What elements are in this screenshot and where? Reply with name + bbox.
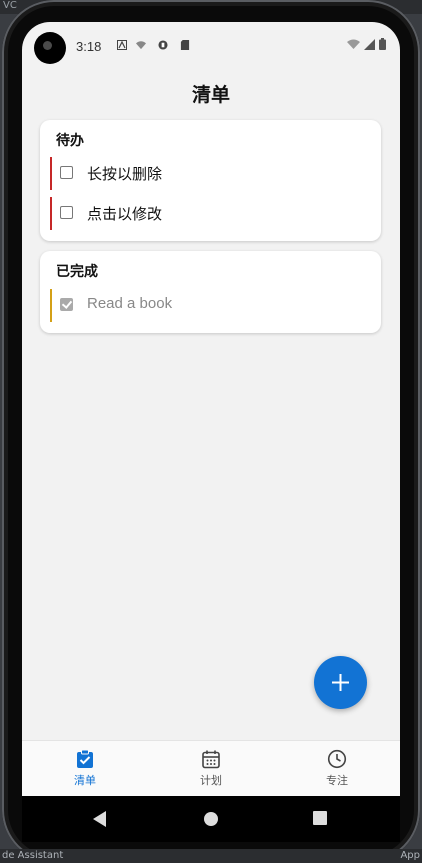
app-circle-icon [158, 40, 168, 50]
item-accent-bar [50, 157, 52, 190]
bottom-nav: 清单 计划 专注 [22, 740, 400, 796]
nav-label: 计划 [200, 774, 222, 787]
battery-icon [379, 38, 386, 50]
clock-icon [327, 749, 347, 769]
item-label: 点击以修改 [87, 205, 163, 223]
calendar-icon [202, 750, 220, 769]
todo-item[interactable]: 长按以删除 [50, 157, 370, 190]
todo-card: 待办 长按以删除 点击以修改 [40, 120, 381, 241]
signal-icon [364, 38, 375, 50]
item-accent-bar [50, 197, 52, 230]
todo-section-title: 待办 [56, 133, 84, 149]
desktop-bottom-left: de Assistant [2, 850, 64, 861]
nav-item-list[interactable]: 清单 [45, 749, 125, 788]
sd-card-icon [180, 40, 190, 50]
desktop-top-text: VC [3, 0, 17, 11]
todo-item[interactable]: 点击以修改 [50, 197, 370, 230]
clipboard-check-icon [77, 749, 93, 768]
done-section-title: 已完成 [56, 264, 98, 280]
home-icon[interactable] [203, 811, 219, 827]
desktop-bottom-right: App [400, 850, 420, 861]
item-label: Read a book [87, 295, 173, 312]
plus-icon [332, 674, 349, 691]
wifi-icon [347, 39, 360, 49]
item-checkbox[interactable] [60, 166, 73, 179]
system-nav-bar [22, 796, 400, 842]
notification-a-icon [117, 40, 127, 50]
recents-icon[interactable] [313, 811, 327, 825]
back-icon[interactable] [93, 811, 107, 827]
item-accent-bar [50, 289, 52, 322]
nav-item-plan[interactable]: 计划 [171, 749, 251, 788]
done-item[interactable]: Read a book [50, 289, 370, 322]
item-label: 长按以删除 [87, 165, 163, 183]
status-right [347, 38, 386, 50]
page-title: 清单 [191, 84, 230, 106]
nav-label: 专注 [326, 774, 348, 787]
add-task-button[interactable] [314, 656, 367, 709]
item-checkbox-checked[interactable] [60, 298, 73, 311]
wifi-question-icon [136, 41, 146, 50]
phone-frame: 3:18 清单 待办 长按以删除 点击以修改 已完成 Read a book 清… [2, 0, 420, 862]
desktop-bottom-strip: de Assistant App [0, 849, 422, 863]
nav-item-focus[interactable]: 专注 [297, 749, 377, 788]
front-camera [34, 32, 66, 64]
app-screen: 3:18 清单 待办 长按以删除 点击以修改 已完成 Read a book 清… [22, 22, 400, 796]
done-card: 已完成 Read a book [40, 251, 381, 333]
status-time: 3:18 [76, 39, 102, 54]
nav-label: 清单 [74, 774, 96, 787]
item-checkbox[interactable] [60, 206, 73, 219]
status-bar: 3:18 [22, 22, 400, 68]
